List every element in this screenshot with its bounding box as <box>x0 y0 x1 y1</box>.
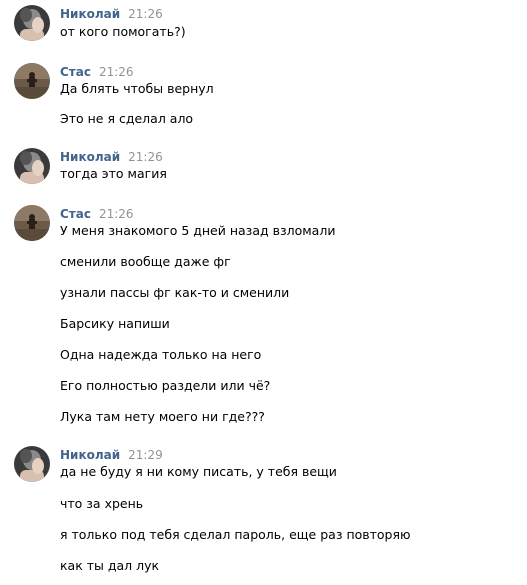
message-text: Лука там нету моего ни где??? <box>60 409 265 424</box>
message-text: как ты дал лук <box>60 558 160 573</box>
message-text: Да блять чтобы вернул <box>60 81 214 96</box>
user-avatar-stas[interactable] <box>14 205 50 241</box>
user-avatar-stas[interactable] <box>14 63 50 99</box>
message-text: да не буду я ни кому писать, у тебя вещи <box>60 464 337 479</box>
message-text: Это не я сделал ало <box>60 111 194 126</box>
message-text: У меня знакомого 5 дней назад взломали <box>60 223 336 238</box>
author-name[interactable]: Николай <box>60 150 120 164</box>
message-text: Барсику напиши <box>60 316 170 331</box>
message-text: узнали пассы фг как-то и сменили <box>60 285 290 300</box>
user-avatar-nikolay[interactable] <box>14 148 50 184</box>
message-text: сменили вообще даже фг <box>60 254 231 269</box>
message-time[interactable]: 21:26 <box>99 207 134 221</box>
message-time[interactable]: 21:26 <box>128 7 163 21</box>
author-name[interactable]: Николай <box>60 7 120 21</box>
message-text: от кого помогать?) <box>60 24 186 39</box>
message-text: что за хрень <box>60 496 144 511</box>
message-text: Его полностью раздели или чё? <box>60 378 271 393</box>
message-time[interactable]: 21:26 <box>99 65 134 79</box>
message-meta: Николай 21:26 <box>60 5 163 21</box>
message-meta: Николай 21:26 <box>60 148 163 164</box>
author-name[interactable]: Стас <box>60 207 91 221</box>
message-text: я только под тебя сделал пароль, еще раз… <box>60 527 411 542</box>
author-name[interactable]: Николай <box>60 448 120 462</box>
message-text: тогда это магия <box>60 166 167 181</box>
message-time[interactable]: 21:29 <box>128 448 163 462</box>
message-time[interactable]: 21:26 <box>128 150 163 164</box>
user-avatar-nikolay[interactable] <box>14 446 50 482</box>
message-meta: Стас 21:26 <box>60 205 134 221</box>
message-meta: Николай 21:29 <box>60 446 163 462</box>
message-meta: Стас 21:26 <box>60 63 134 79</box>
message-text: Одна надежда только на него <box>60 347 262 362</box>
author-name[interactable]: Стас <box>60 65 91 79</box>
user-avatar-nikolay[interactable] <box>14 5 50 41</box>
